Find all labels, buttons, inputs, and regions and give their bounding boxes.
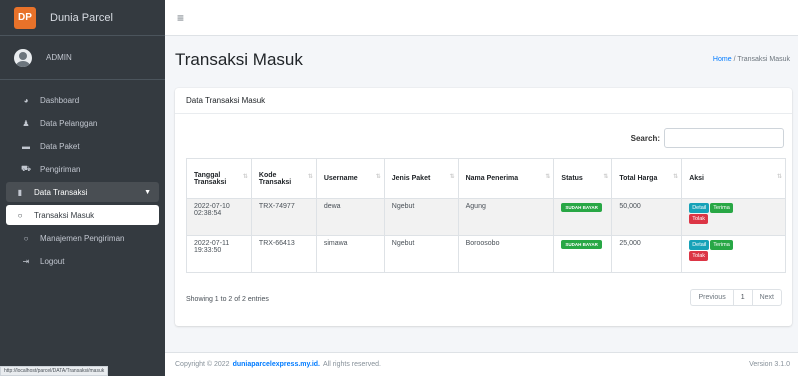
sidebar-item-data-paket[interactable]: ▬ Data Paket bbox=[6, 136, 159, 156]
cell-username: dewa bbox=[315, 198, 385, 236]
page-1-button[interactable]: 1 bbox=[732, 289, 753, 306]
cell-jenis-paket: Ngebut bbox=[383, 235, 459, 273]
logout-icon: ⇥ bbox=[22, 256, 30, 266]
avatar bbox=[14, 48, 32, 67]
sidebar-item-label: Dashboard bbox=[40, 95, 80, 105]
column-header-total-harga[interactable]: Total Harga bbox=[611, 158, 683, 199]
column-header-aksi[interactable]: Aksi bbox=[681, 158, 786, 199]
data-card: Data Transaksi Masuk Search: Tanggal Tra… bbox=[175, 88, 792, 326]
card-title: Data Transaksi Masuk bbox=[175, 88, 792, 114]
search-box: Search: bbox=[631, 128, 784, 148]
column-header-nama-penerima[interactable]: Nama Penerima bbox=[457, 158, 555, 199]
menu-toggle-icon[interactable]: ≡ bbox=[177, 11, 184, 25]
cell-total-harga: 50,000 bbox=[611, 198, 683, 236]
detail-button[interactable]: Detail bbox=[689, 240, 710, 250]
footer-version: Version 3.1.0 bbox=[749, 361, 790, 368]
cell-tanggal: 2022-07-10 02:38:54 bbox=[186, 198, 252, 236]
user-icon: ♟ bbox=[22, 118, 30, 128]
transactions-table: Tanggal Transaksi Kode Transaksi Usernam… bbox=[186, 158, 786, 273]
table-row: 2022-07-10 02:38:54 TRX-74977 dewa Ngebu… bbox=[186, 198, 786, 236]
circle-icon: ○ bbox=[23, 233, 29, 243]
status-badge: SUDAH BAYAR bbox=[561, 203, 602, 212]
pagination: Previous 1 Next bbox=[690, 289, 782, 306]
folder-icon: ▬ bbox=[22, 141, 30, 151]
sidebar-item-data-pelanggan[interactable]: ♟ Data Pelanggan bbox=[6, 113, 159, 133]
cell-status: SUDAH BAYAR bbox=[553, 198, 613, 236]
column-header-username[interactable]: Username bbox=[315, 158, 385, 199]
table-row: 2022-07-11 19:33:50 TRX-66413 simawa Nge… bbox=[186, 235, 786, 273]
brand-link[interactable]: DP Dunia Parcel bbox=[0, 0, 165, 36]
dashboard-icon: ◕ bbox=[23, 95, 29, 105]
sidebar-item-label: Data Transaksi bbox=[34, 187, 88, 197]
sidebar-item-label: Transaksi Masuk bbox=[34, 210, 95, 220]
terima-button[interactable]: Terima bbox=[710, 240, 733, 250]
table-info: Showing 1 to 2 of 2 entries bbox=[186, 296, 269, 303]
brand-logo: DP bbox=[14, 6, 36, 29]
terima-button[interactable]: Terima bbox=[710, 203, 733, 213]
sidebar-item-label: Logout bbox=[40, 256, 65, 266]
sidebar: DP Dunia Parcel ADMIN ◕ Dashboard ♟ Data… bbox=[0, 0, 165, 376]
page-title: Transaksi Masuk bbox=[175, 50, 303, 69]
cell-aksi: Detail Terima Tolak bbox=[681, 235, 786, 273]
circle-icon: ○ bbox=[17, 210, 23, 220]
cell-username: simawa bbox=[315, 235, 385, 273]
footer-copyright: Copyright © 2022 bbox=[175, 361, 230, 368]
breadcrumb-separator: / bbox=[733, 56, 736, 63]
cell-nama-penerima: Agung bbox=[457, 198, 555, 236]
sidebar-item-label: Pengiriman bbox=[40, 164, 81, 174]
footer: Copyright © 2022 duniaparcelexpress.my.i… bbox=[165, 352, 798, 376]
breadcrumb-current: Transaksi Masuk bbox=[737, 56, 790, 63]
sidebar-item-pengiriman[interactable]: ⛟ Pengiriman bbox=[6, 159, 159, 179]
cell-total-harga: 25,000 bbox=[611, 235, 683, 273]
document-icon: ▮ bbox=[17, 187, 23, 197]
search-input[interactable] bbox=[664, 128, 784, 148]
sidebar-nav: ◕ Dashboard ♟ Data Pelanggan ▬ Data Pake… bbox=[0, 80, 165, 271]
previous-page-button[interactable]: Previous bbox=[690, 289, 733, 306]
sidebar-item-transaksi-masuk[interactable]: ○ Transaksi Masuk bbox=[6, 205, 159, 225]
footer-rights: All rights reserved. bbox=[323, 361, 381, 368]
sidebar-item-label: Manajemen Pengiriman bbox=[40, 233, 125, 243]
column-header-tanggal[interactable]: Tanggal Transaksi bbox=[186, 158, 252, 199]
tolak-button[interactable]: Tolak bbox=[689, 214, 709, 224]
column-header-jenis-paket[interactable]: Jenis Paket bbox=[383, 158, 459, 199]
table-header-row: Tanggal Transaksi Kode Transaksi Usernam… bbox=[186, 158, 786, 199]
sidebar-item-manajemen-pengiriman[interactable]: ○ Manajemen Pengiriman bbox=[6, 228, 159, 248]
cell-kode: TRX-66413 bbox=[250, 235, 317, 273]
sidebar-item-dashboard[interactable]: ◕ Dashboard bbox=[6, 90, 159, 110]
cell-tanggal: 2022-07-11 19:33:50 bbox=[186, 235, 252, 273]
cell-status: SUDAH BAYAR bbox=[553, 235, 613, 273]
detail-button[interactable]: Detail bbox=[689, 203, 710, 213]
user-panel[interactable]: ADMIN bbox=[0, 36, 165, 80]
status-badge: SUDAH BAYAR bbox=[561, 240, 602, 249]
sidebar-item-label: Data Paket bbox=[40, 141, 80, 151]
sidebar-item-data-transaksi[interactable]: ▮ Data Transaksi ▼ bbox=[6, 182, 159, 202]
column-header-kode[interactable]: Kode Transaksi bbox=[250, 158, 317, 199]
column-header-status[interactable]: Status bbox=[553, 158, 613, 199]
truck-icon: ⛟ bbox=[20, 164, 32, 173]
chevron-down-icon: ▼ bbox=[144, 188, 151, 196]
cell-nama-penerima: Boroosobo bbox=[457, 235, 555, 273]
cell-kode: TRX-74977 bbox=[250, 198, 317, 236]
breadcrumb: Home / Transaksi Masuk bbox=[713, 56, 790, 63]
sidebar-item-logout[interactable]: ⇥ Logout bbox=[6, 251, 159, 271]
brand-name: Dunia Parcel bbox=[50, 11, 113, 24]
status-bar-url: http://localhost/parcel/DATA/Transaksi/m… bbox=[0, 366, 109, 376]
user-name: ADMIN bbox=[46, 53, 72, 62]
breadcrumb-home-link[interactable]: Home bbox=[713, 56, 732, 63]
search-label: Search: bbox=[630, 133, 660, 143]
next-page-button[interactable]: Next bbox=[752, 289, 782, 306]
cell-jenis-paket: Ngebut bbox=[383, 198, 459, 236]
sidebar-item-label: Data Pelanggan bbox=[40, 118, 98, 128]
tolak-button[interactable]: Tolak bbox=[689, 251, 709, 261]
topbar: ≡ bbox=[165, 0, 798, 36]
cell-aksi: Detail Terima Tolak bbox=[681, 198, 786, 236]
footer-site-link[interactable]: duniaparcelexpress.my.id. bbox=[233, 361, 320, 368]
